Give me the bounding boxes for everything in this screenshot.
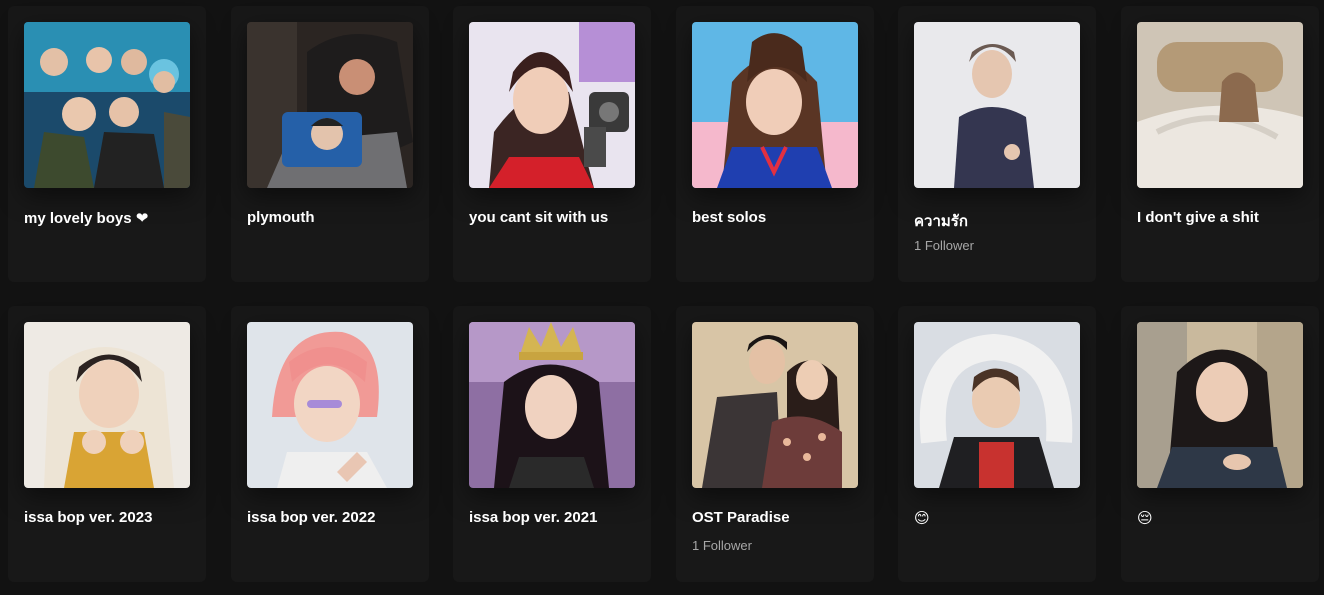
- playlist-grid: my lovely boys ❤ plymouth you cant sit w…: [0, 0, 1324, 595]
- playlist-title: issa bop ver. 2022: [247, 509, 376, 526]
- playlist-cover-image: [24, 22, 190, 188]
- playlist-title: ความรัก: [914, 213, 968, 230]
- playlist-cover-image: [914, 22, 1080, 188]
- playlist-title: you cant sit with us: [469, 209, 609, 226]
- playlist-card[interactable]: issa bop ver. 2022: [231, 306, 429, 582]
- playlist-cover-image: [1137, 22, 1303, 188]
- playlist-card[interactable]: 😊: [898, 306, 1096, 582]
- playlist-card[interactable]: my lovely boys ❤: [8, 6, 206, 282]
- playlist-title: best solos: [692, 209, 767, 226]
- playlist-cover-image: [914, 322, 1080, 488]
- playlist-title: OST Paradise: [692, 509, 790, 526]
- playlist-title: issa bop ver. 2021: [469, 509, 598, 526]
- playlist-cover-image: [692, 22, 858, 188]
- playlist-cover-image: [469, 22, 635, 188]
- playlist-card[interactable]: best solos: [676, 6, 874, 282]
- playlist-cover-image: [24, 322, 190, 488]
- playlist-followers: 1 Follower: [914, 238, 974, 253]
- playlist-card[interactable]: 😔: [1121, 306, 1319, 582]
- playlist-card[interactable]: plymouth: [231, 6, 429, 282]
- playlist-cover-image: [247, 322, 413, 488]
- playlist-followers: 1 Follower: [692, 538, 752, 553]
- playlist-title: my lovely boys ❤: [24, 210, 149, 227]
- playlist-card[interactable]: you cant sit with us: [453, 6, 651, 282]
- playlist-card[interactable]: issa bop ver. 2021: [453, 306, 651, 582]
- playlist-cover-image: [692, 322, 858, 488]
- playlist-cover-image: [469, 322, 635, 488]
- playlist-cover-image: [247, 22, 413, 188]
- playlist-title: issa bop ver. 2023: [24, 509, 153, 526]
- playlist-title: 😊: [914, 510, 930, 527]
- playlist-title: 😔: [1137, 510, 1153, 527]
- playlist-title: plymouth: [247, 209, 315, 226]
- playlist-card[interactable]: OST Paradise 1 Follower: [676, 306, 874, 582]
- playlist-cover-image: [1137, 322, 1303, 488]
- playlist-card[interactable]: issa bop ver. 2023: [8, 306, 206, 582]
- playlist-card[interactable]: I don't give a shit: [1121, 6, 1319, 282]
- playlist-card[interactable]: ความรัก 1 Follower: [898, 6, 1096, 282]
- playlist-title: I don't give a shit: [1137, 209, 1259, 226]
